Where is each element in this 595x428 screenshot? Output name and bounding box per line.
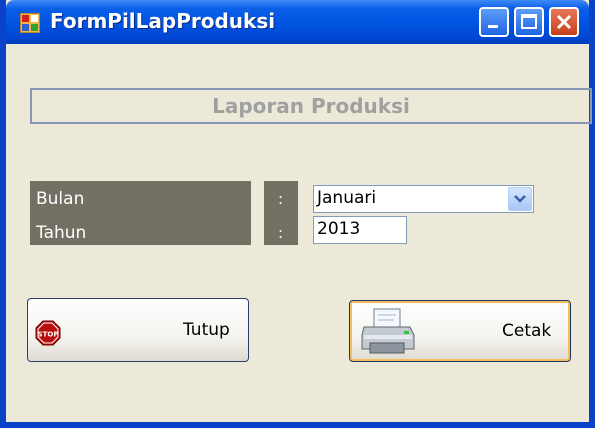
tahun-input-value: 2013 [317,219,361,239]
tahun-input[interactable]: 2013 [313,216,407,244]
minimize-button[interactable] [479,7,509,37]
cetak-button[interactable]: Cetak [349,300,571,362]
report-header-box: Laporan Produksi [30,88,592,124]
bulan-colon: : [278,190,284,208]
chevron-down-icon [514,195,526,203]
close-button[interactable] [549,7,579,37]
maximize-icon [521,14,537,29]
bulan-dropdown[interactable]: Januari [313,185,534,213]
window-title: FormPilLapProduksi [50,9,276,33]
tahun-label: Tahun [36,223,87,243]
dropdown-button[interactable] [508,187,532,211]
stop-sign-text: STOP [38,331,59,339]
stop-sign-icon: STOP [35,320,61,346]
report-title: Laporan Produksi [212,94,410,118]
printer-icon [361,308,415,354]
cetak-label: Cetak [502,321,552,341]
form-app-icon [19,12,41,34]
minimize-icon [488,25,498,28]
tahun-colon: : [278,224,284,242]
bulan-label: Bulan [36,189,85,209]
maximize-button[interactable] [514,7,544,37]
close-icon [556,14,572,30]
tutup-label: Tutup [183,320,230,340]
title-bar[interactable]: FormPilLapProduksi [6,0,589,44]
form-window: FormPilLapProduksi Laporan Produksi Bula… [0,0,595,428]
tutup-button[interactable]: STOP Tutup [27,298,249,362]
bulan-selected-value: Januari [317,188,377,208]
